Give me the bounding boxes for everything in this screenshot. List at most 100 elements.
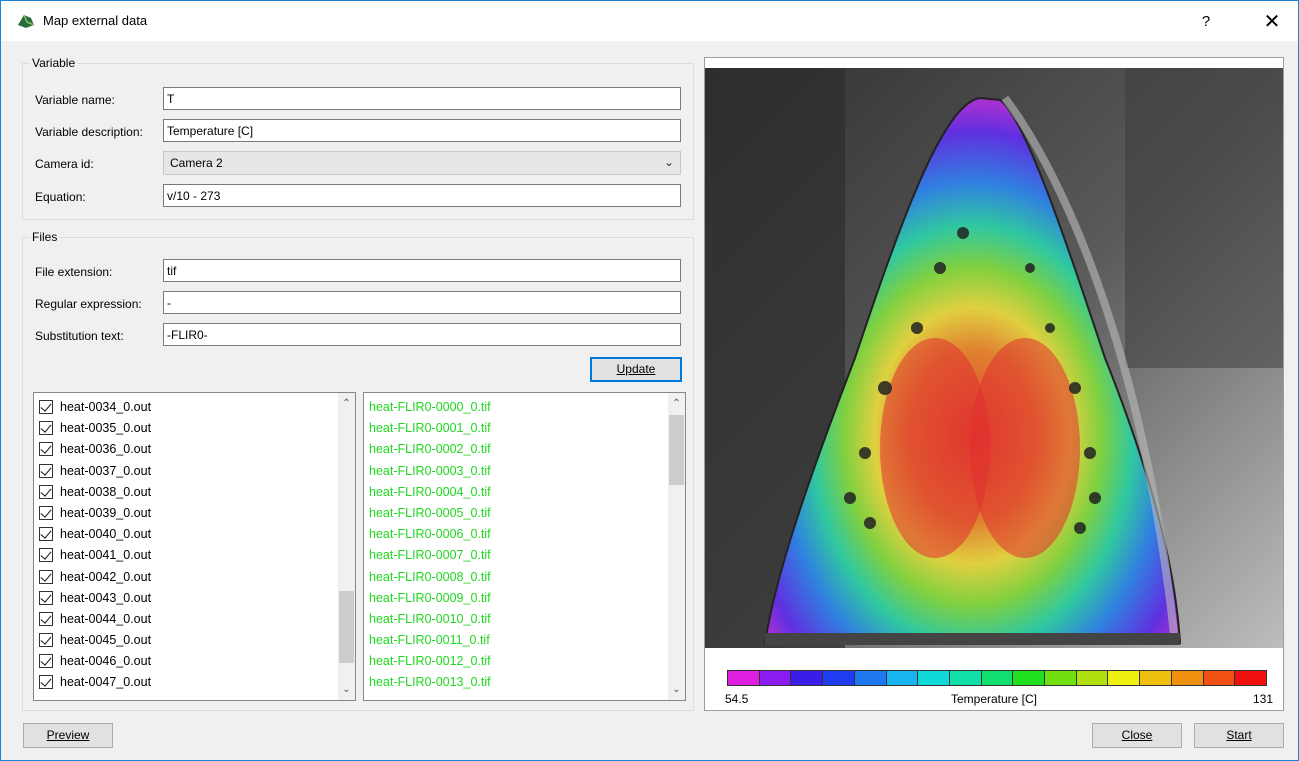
list-item[interactable]: heat-0035_0.out [34,418,339,439]
output-file-list[interactable]: heat-0034_0.out heat-0035_0.out heat-0036_… [33,392,356,701]
colorbar-cell [1203,671,1236,685]
scroll-up-icon[interactable]: ⌃ [668,395,685,412]
colorbar-cell [1235,671,1266,685]
title-bar: Map external data ? ✕ [1,1,1298,41]
list-item-label: heat-0042_0.out [60,569,152,584]
list-item[interactable]: heat-FLIR0-0013_0.tif [364,672,669,693]
list-item[interactable]: heat-0043_0.out [34,588,339,609]
preview-image-panel: 54.5 Temperature [C] 131 [704,57,1284,711]
list-item[interactable]: heat-FLIR0-0006_0.tif [364,524,669,545]
list-item-label: heat-0045_0.out [60,633,152,648]
list-item[interactable]: heat-FLIR0-0000_0.tif [364,397,669,418]
list-item[interactable]: heat-0038_0.out [34,482,339,503]
list-item[interactable]: heat-FLIR0-0003_0.tif [364,461,669,482]
list-item[interactable]: heat-FLIR0-0010_0.tif [364,609,669,630]
checkbox[interactable] [39,654,53,669]
checkbox[interactable] [39,442,53,457]
variable-group-legend: Variable [30,56,78,70]
start-button[interactable]: Start [1194,723,1284,748]
colorbar-max-label: 131 [1252,692,1273,706]
scrollbar-thumb[interactable] [669,415,684,485]
scroll-up-icon[interactable]: ⌃ [338,395,355,412]
list-item[interactable]: heat-0044_0.out [34,609,339,630]
colorbar-cell [1171,671,1204,685]
checkbox[interactable] [39,463,53,478]
list-item[interactable]: heat-FLIR0-0002_0.tif [364,439,669,460]
equation-input[interactable] [163,184,681,207]
scroll-down-icon[interactable]: ⌄ [338,681,355,698]
list-item[interactable]: heat-FLIR0-0005_0.tif [364,503,669,524]
dialog-window: Map external data ? ✕ Variable Variable … [0,0,1299,761]
list-item[interactable]: heat-0041_0.out [34,545,339,566]
colorbar-cell [886,671,919,685]
colorbar-title: Temperature [C] [950,692,1038,706]
colorbar-cell [791,671,824,685]
checkbox[interactable] [39,569,53,584]
file-extension-input[interactable] [163,259,681,282]
substitution-text-input[interactable] [163,323,681,346]
list-item[interactable]: heat-FLIR0-0007_0.tif [364,545,669,566]
variable-description-label: Variable description: [35,125,143,139]
list-item[interactable]: heat-0039_0.out [34,503,339,524]
checkbox[interactable] [39,484,53,499]
camera-id-label: Camera id: [35,157,94,171]
colorbar-cell [823,671,855,685]
file-extension-label: File extension: [35,265,113,279]
app-icon [18,14,35,28]
list-item-label: heat-0039_0.out [60,505,152,520]
colorbar-cell [854,671,887,685]
close-window-icon[interactable]: ✕ [1255,9,1289,35]
list-item[interactable]: heat-0045_0.out [34,630,339,651]
list-item[interactable]: heat-0047_0.out [34,672,339,693]
variable-name-input[interactable] [163,87,681,110]
close-button[interactable]: Close [1092,723,1182,748]
list-item-label: heat-0046_0.out [60,654,152,669]
list-item[interactable]: heat-FLIR0-0004_0.tif [364,482,669,503]
list-item[interactable]: heat-0046_0.out [34,651,339,672]
list-item[interactable]: heat-FLIR0-0011_0.tif [364,630,669,651]
list-item-label: heat-0047_0.out [60,675,152,690]
checkbox[interactable] [39,590,53,605]
list-item[interactable]: heat-0036_0.out [34,439,339,460]
preview-button[interactable]: Preview [23,723,113,748]
list-item[interactable]: heat-FLIR0-0009_0.tif [364,588,669,609]
image-file-list[interactable]: heat-FLIR0-0000_0.tif heat-FLIR0-0001_0.t… [363,392,686,701]
update-button-label: Update [616,362,656,376]
list-item[interactable]: heat-0040_0.out [34,524,339,545]
thermal-overlay-image [705,68,1283,648]
scrollbar-thumb[interactable] [339,591,354,663]
scroll-down-icon[interactable]: ⌄ [668,681,685,698]
files-group-legend: Files [30,230,60,244]
list-item-label: heat-0037_0.out [60,463,152,478]
camera-id-value: Camera 2 [170,156,223,170]
checkbox[interactable] [39,548,53,563]
camera-id-select[interactable]: Camera 2 ⌄ [163,151,681,175]
checkbox[interactable] [39,505,53,520]
output-file-list-scrollbar[interactable]: ⌃ ⌄ [338,393,355,700]
close-button-label: Close [1121,728,1153,742]
checkbox[interactable] [39,527,53,542]
checkbox[interactable] [39,400,53,414]
checkbox[interactable] [39,611,53,626]
colorbar-cell [1013,671,1046,685]
list-item-label: heat-0034_0.out [60,400,152,414]
list-item[interactable]: heat-FLIR0-0012_0.tif [364,651,669,672]
checkbox[interactable] [39,421,53,436]
list-item[interactable]: heat-0042_0.out [34,567,339,588]
colorbar-cell [1140,671,1172,685]
list-item-label: heat-0040_0.out [60,527,152,542]
variable-description-input[interactable] [163,119,681,142]
help-button[interactable]: ? [1191,9,1221,35]
list-item[interactable]: heat-0037_0.out [34,461,339,482]
list-item[interactable]: heat-0034_0.out [34,397,339,418]
variable-group: Variable Variable name: Variable descrip… [22,56,694,220]
image-file-list-scrollbar[interactable]: ⌃ ⌄ [668,393,685,700]
list-item[interactable]: heat-FLIR0-0008_0.tif [364,567,669,588]
colorbar-cell [728,671,760,685]
update-button[interactable]: Update [590,357,682,382]
list-item[interactable]: heat-FLIR0-0001_0.tif [364,418,669,439]
checkbox[interactable] [39,633,53,648]
regular-expression-input[interactable] [163,291,681,314]
colorbar-cell [949,671,982,685]
checkbox[interactable] [39,675,53,690]
